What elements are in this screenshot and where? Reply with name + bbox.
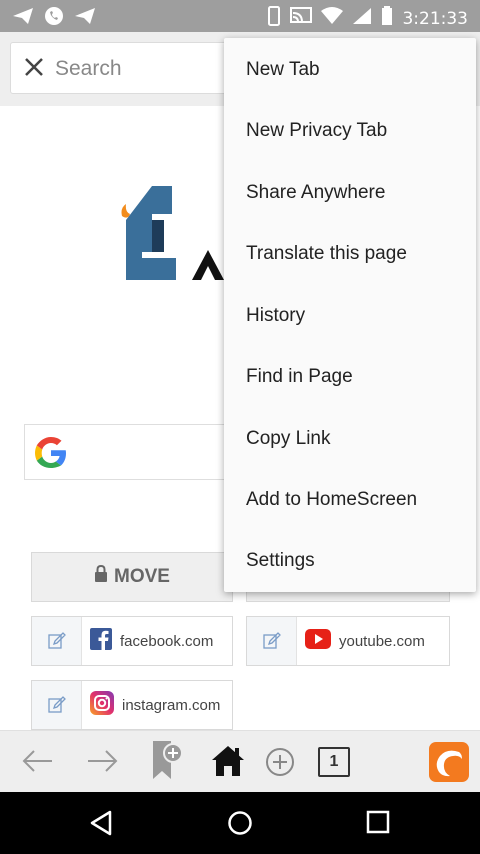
shortcut-label: facebook.com: [120, 632, 214, 650]
menu-item-add-to-homescreen[interactable]: Add to HomeScreen: [224, 469, 476, 530]
status-time: 3:21:33: [402, 8, 468, 29]
edit-icon[interactable]: [32, 617, 82, 665]
search-placeholder: Search: [55, 57, 122, 80]
back-arrow-icon[interactable]: [20, 743, 56, 784]
battery-icon: [381, 6, 393, 31]
vibrate-icon: [267, 6, 281, 31]
lock-icon: [94, 564, 108, 589]
move-label: MOVE: [114, 566, 170, 587]
shortcut-tile-youtube[interactable]: youtube.com: [246, 616, 450, 666]
shortcut-label: youtube.com: [339, 632, 425, 650]
menu-item-settings[interactable]: Settings: [224, 530, 476, 591]
move-button[interactable]: MOVE: [31, 552, 233, 602]
tab-count-button[interactable]: 1: [318, 747, 350, 777]
system-nav-bar: [0, 792, 480, 854]
telegram-icon: [12, 7, 34, 30]
overflow-menu: New Tab New Privacy Tab Share Anywhere T…: [224, 38, 476, 592]
forward-arrow-icon[interactable]: [84, 743, 120, 784]
site-logo: [112, 186, 227, 291]
google-icon: [33, 435, 69, 476]
nav-back-icon[interactable]: [88, 810, 114, 841]
close-icon[interactable]: [23, 56, 45, 83]
menu-item-copy-link[interactable]: Copy Link: [224, 408, 476, 469]
browser-bottom-bar: 1: [0, 730, 480, 792]
menu-item-new-privacy-tab[interactable]: New Privacy Tab: [224, 100, 476, 161]
cast-icon: [290, 7, 313, 30]
status-bar: 3:21:33: [0, 0, 480, 32]
edit-icon[interactable]: [247, 617, 297, 665]
menu-item-share-anywhere[interactable]: Share Anywhere: [224, 162, 476, 223]
browser-brand-icon[interactable]: [429, 742, 469, 782]
facebook-icon: [90, 628, 112, 654]
signal-icon: [352, 7, 372, 30]
nav-home-icon[interactable]: [227, 810, 253, 841]
shortcut-label: instagram.com: [122, 696, 221, 714]
home-icon[interactable]: [210, 744, 246, 783]
menu-item-new-tab[interactable]: New Tab: [224, 39, 476, 100]
add-tab-icon[interactable]: [264, 746, 296, 783]
menu-item-find-in-page[interactable]: Find in Page: [224, 346, 476, 407]
instagram-icon: [90, 691, 114, 719]
menu-item-history[interactable]: History: [224, 285, 476, 346]
bookmark-add-icon[interactable]: [150, 739, 184, 786]
shortcut-tile-facebook[interactable]: facebook.com: [31, 616, 233, 666]
wifi-icon: [321, 7, 344, 30]
shortcut-tile-instagram[interactable]: instagram.com: [31, 680, 233, 730]
youtube-icon: [305, 629, 331, 653]
edit-icon[interactable]: [32, 681, 82, 729]
whatsapp-icon: [44, 6, 64, 31]
send-icon: [74, 7, 96, 30]
nav-recents-icon[interactable]: [366, 810, 390, 839]
menu-item-translate-page[interactable]: Translate this page: [224, 223, 476, 284]
